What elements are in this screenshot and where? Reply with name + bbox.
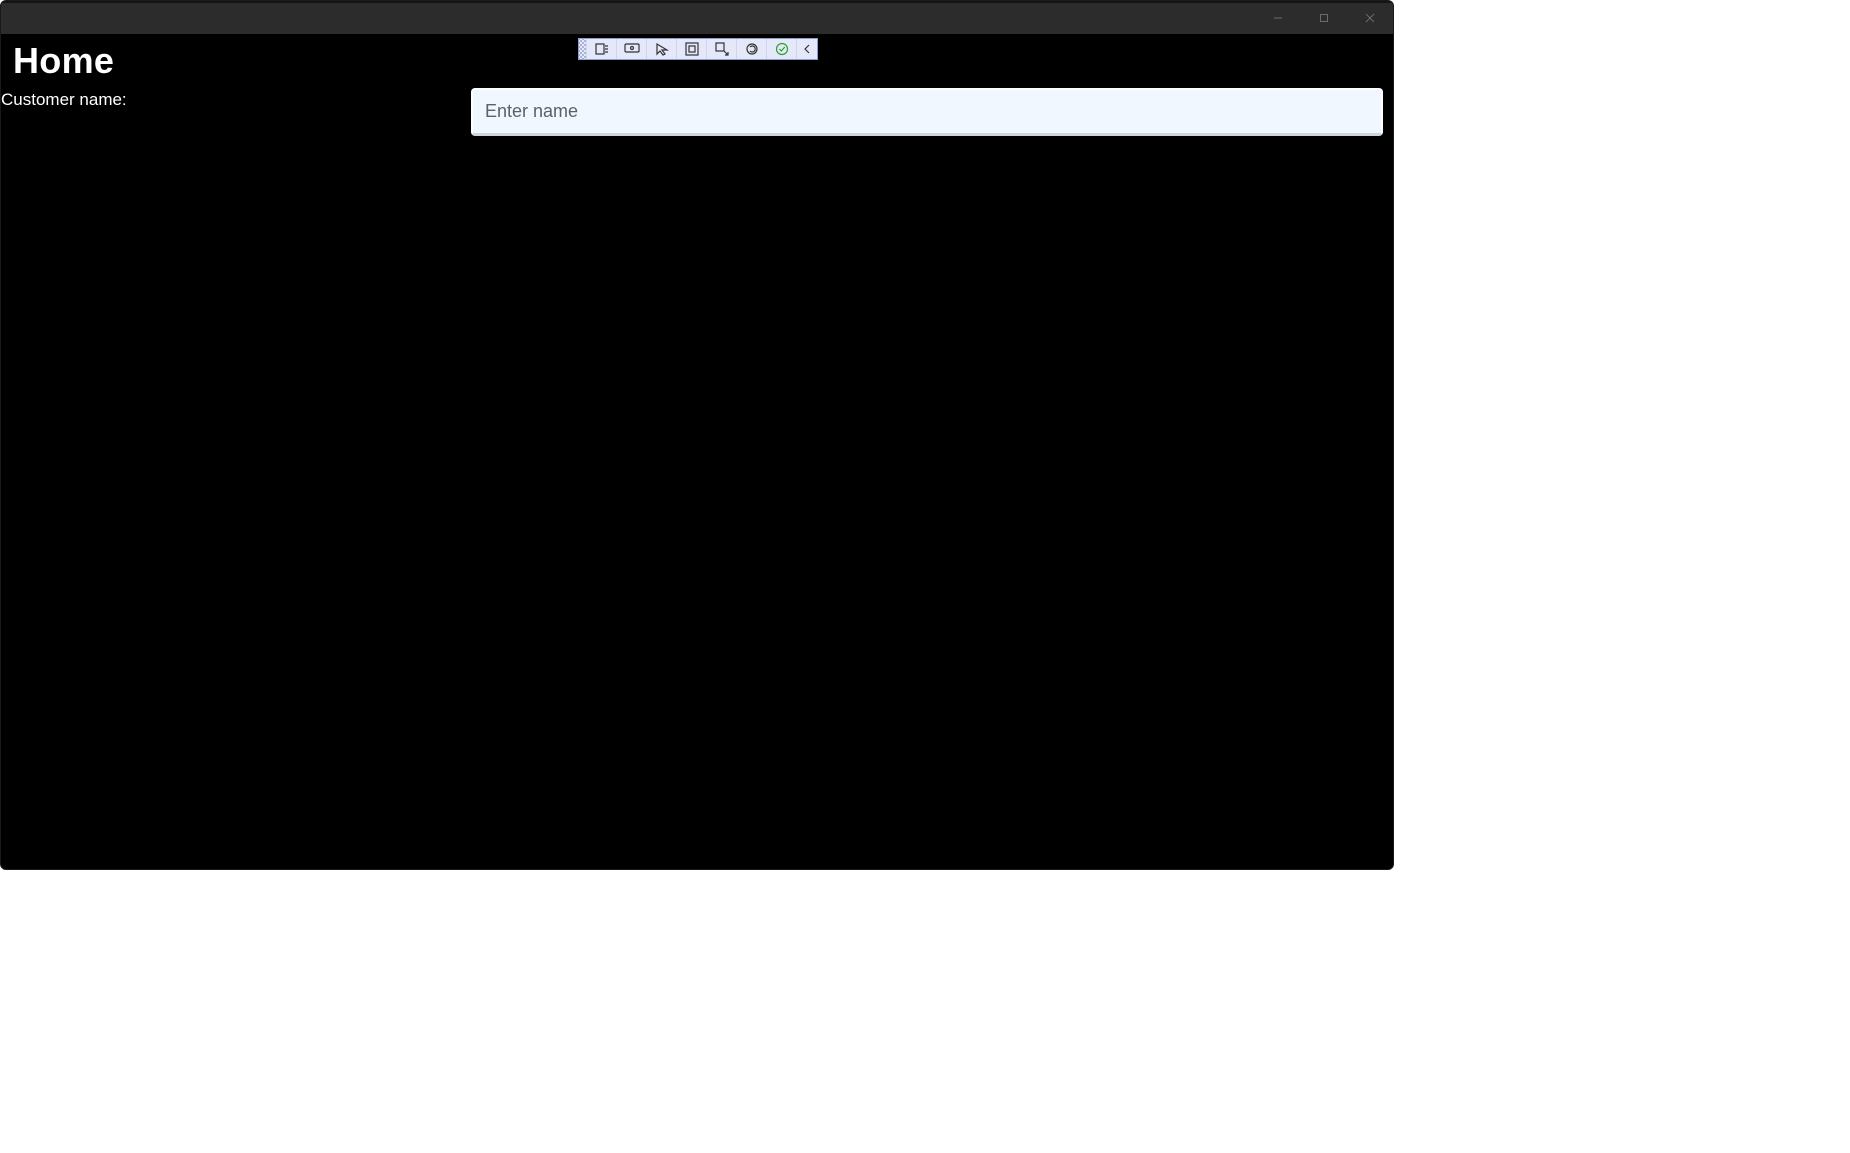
status-ok-icon[interactable]	[767, 39, 797, 59]
customer-name-row: Customer name:	[1, 88, 1393, 136]
display-layout-button[interactable]	[677, 39, 707, 59]
minimize-button[interactable]	[1255, 1, 1301, 34]
title-bar	[1, 1, 1393, 34]
maximize-button[interactable]	[1301, 1, 1347, 34]
track-focus-button[interactable]	[707, 39, 737, 59]
collapse-toolbar-button[interactable]	[797, 39, 817, 59]
app-window: Home Customer name:	[0, 0, 1394, 870]
title-bar-edge	[1, 1, 1393, 3]
close-button[interactable]	[1347, 1, 1393, 34]
select-element-button[interactable]	[647, 39, 677, 59]
customer-name-input[interactable]	[471, 88, 1383, 136]
customer-name-label: Customer name:	[1, 90, 471, 110]
diagnostics-toolbar[interactable]	[578, 38, 818, 60]
live-visual-tree-button[interactable]	[587, 39, 617, 59]
page-title: Home	[13, 40, 114, 82]
live-preview-button[interactable]	[617, 39, 647, 59]
customer-name-input-wrap	[471, 88, 1393, 136]
content-area: Customer name:	[1, 88, 1393, 869]
toolbar-grip[interactable]	[579, 39, 587, 59]
hot-reload-button[interactable]	[737, 39, 767, 59]
